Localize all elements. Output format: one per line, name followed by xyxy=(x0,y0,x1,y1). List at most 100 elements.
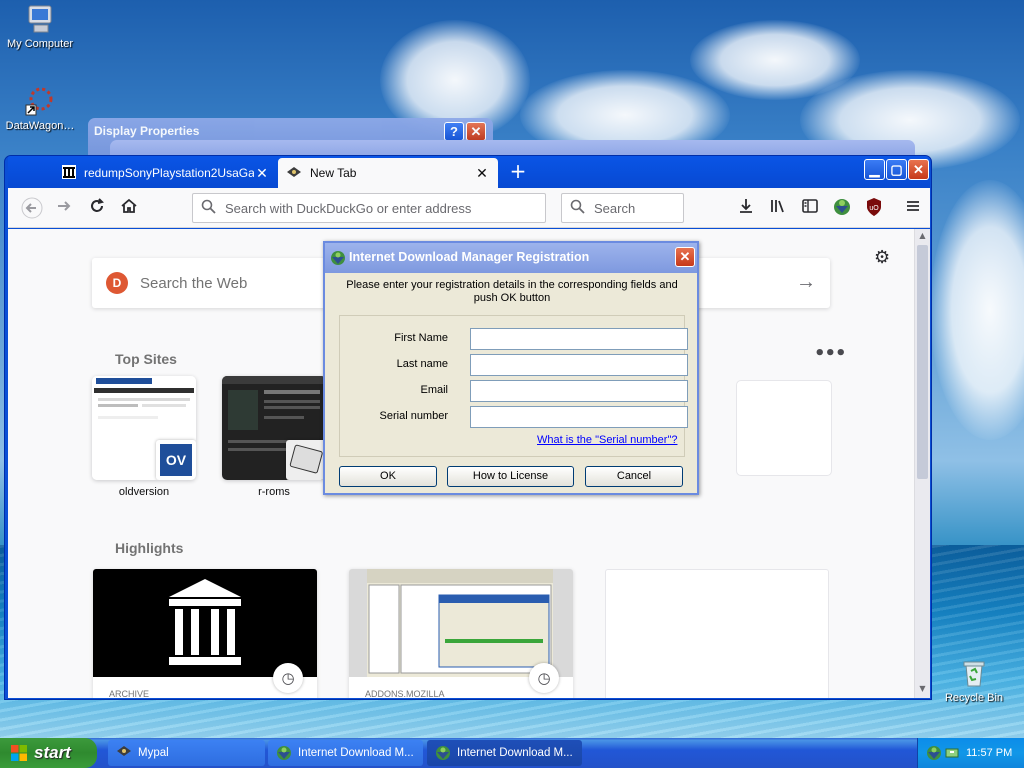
idm-icon xyxy=(435,745,451,761)
minimize-button[interactable]: ▁ xyxy=(864,159,885,180)
start-label: start xyxy=(34,743,71,762)
idm-icon xyxy=(330,250,346,266)
tab-new-tab[interactable]: New Tab ✕ xyxy=(278,158,498,188)
tab-archive[interactable]: redumpSonyPlaystation2UsaGame… ✕ xyxy=(54,158,278,188)
help-button[interactable]: ? xyxy=(444,122,464,141)
desktop-icon-label: Recycle Bin xyxy=(944,692,1004,704)
empty-highlight-slot[interactable] xyxy=(605,569,829,698)
highlight-source: ADDONS.MOZILLA xyxy=(365,689,445,698)
highlight-card-archive[interactable]: ◷ ARCHIVE xyxy=(93,569,317,698)
taskbar-item-idm-1[interactable]: Internet Download M... xyxy=(268,740,423,766)
clock-icon: ◷ xyxy=(273,663,303,693)
reload-icon[interactable] xyxy=(85,197,109,219)
search-icon xyxy=(201,199,219,217)
archive-logo xyxy=(93,569,317,677)
dialog-message: Please enter your registration details i… xyxy=(346,279,678,304)
ublock-icon[interactable]: uO xyxy=(862,197,886,219)
search-bar[interactable]: Search xyxy=(561,193,684,223)
windows-logo-icon xyxy=(10,744,28,762)
back-icon[interactable] xyxy=(20,197,44,219)
highlight-card-addons[interactable]: ◷ ADDONS.MOZILLA xyxy=(349,569,573,698)
download-icon[interactable] xyxy=(734,197,758,219)
first-name-label: First Name xyxy=(394,332,448,344)
ok-button[interactable]: OK xyxy=(339,466,437,487)
top-site-r-roms[interactable] xyxy=(222,376,326,480)
forward-icon[interactable] xyxy=(52,197,76,219)
new-tab-button[interactable]: + xyxy=(507,160,529,184)
more-options-icon[interactable]: ••• xyxy=(814,343,847,364)
logo-text: OV xyxy=(160,444,192,476)
close-icon[interactable]: ✕ xyxy=(474,165,490,182)
tab-title: redumpSonyPlaystation2UsaGame… xyxy=(84,166,254,180)
start-button[interactable]: start xyxy=(0,738,97,768)
maximize-button[interactable]: ▢ xyxy=(886,159,907,180)
tab-strip: redumpSonyPlaystation2UsaGame… ✕ New Tab… xyxy=(8,156,930,188)
duckduckgo-icon: D xyxy=(106,272,128,294)
idm-registration-dialog[interactable]: Internet Download Manager Registration ✕… xyxy=(323,241,699,495)
clock-icon: ◷ xyxy=(529,663,559,693)
system-tray: 11:57 PM xyxy=(917,738,1024,768)
taskbar-item-idm-2[interactable]: Internet Download M... xyxy=(427,740,582,766)
serial-number-field[interactable] xyxy=(470,406,688,428)
recycle-bin-icon xyxy=(958,657,990,689)
desktop-icon-datawagon[interactable]: DataWagon… xyxy=(0,85,80,132)
highlights-title: Highlights xyxy=(115,540,184,556)
first-name-field[interactable] xyxy=(470,328,688,350)
search-icon xyxy=(570,199,588,217)
menu-icon[interactable] xyxy=(901,197,925,219)
oldversion-logo: OV xyxy=(156,440,196,480)
top-site-oldversion[interactable]: OV xyxy=(92,376,196,480)
idm-icon xyxy=(276,745,292,761)
close-icon[interactable]: ✕ xyxy=(254,165,270,182)
email-field[interactable] xyxy=(470,380,688,402)
cloud xyxy=(930,180,1024,440)
gear-icon[interactable]: ⚙ xyxy=(874,247,890,268)
dialog-titlebar: Internet Download Manager Registration ✕ xyxy=(325,243,697,273)
scroll-down-arrow[interactable]: ▼ xyxy=(917,684,928,696)
idm-icon[interactable] xyxy=(830,197,854,219)
idm-tray-icon[interactable] xyxy=(926,745,942,764)
library-icon[interactable] xyxy=(766,197,790,219)
scroll-up-arrow[interactable]: ▲ xyxy=(917,231,928,243)
taskbar-item-label: Internet Download M... xyxy=(298,747,414,759)
empty-top-site-slot[interactable] xyxy=(736,380,832,476)
taskbar-item-mypal[interactable]: Mypal xyxy=(108,740,265,766)
url-bar[interactable]: Search with DuckDuckGo or enter address xyxy=(192,193,546,223)
desktop-icon-recycle-bin[interactable]: Recycle Bin xyxy=(934,657,1014,704)
mypal-icon xyxy=(116,745,132,761)
close-button[interactable]: ✕ xyxy=(675,247,695,267)
close-button[interactable]: ✕ xyxy=(466,122,486,141)
svg-text:uO: uO xyxy=(869,205,879,212)
email-label: Email xyxy=(420,384,448,396)
mypal-icon xyxy=(286,166,302,181)
web-search-placeholder: Search the Web xyxy=(140,274,248,292)
desktop-icon-label: My Computer xyxy=(6,38,74,50)
home-icon[interactable] xyxy=(117,197,141,219)
tab-title: New Tab xyxy=(310,166,357,180)
dialog-title: Internet Download Manager Registration xyxy=(349,250,590,264)
serial-number-label: Serial number xyxy=(379,410,448,422)
how-to-license-button[interactable]: How to License xyxy=(447,466,574,487)
top-sites-title: Top Sites xyxy=(115,351,177,367)
top-site-label: oldversion xyxy=(118,486,170,498)
computer-icon xyxy=(24,3,56,35)
last-name-field[interactable] xyxy=(470,354,688,376)
sidebar-icon[interactable] xyxy=(798,197,822,219)
clock[interactable]: 11:57 PM xyxy=(966,747,1012,759)
addons-screenshot xyxy=(349,569,573,677)
archive-icon xyxy=(62,164,76,182)
taskbar-item-label: Internet Download M... xyxy=(457,747,573,759)
navigation-toolbar: Search with DuckDuckGo or enter address … xyxy=(8,188,930,228)
serial-number-help-link[interactable]: What is the "Serial number"? xyxy=(537,434,677,446)
url-bar-placeholder: Search with DuckDuckGo or enter address xyxy=(225,200,472,216)
search-bar-placeholder: Search xyxy=(594,200,636,216)
top-site-label: r-roms xyxy=(258,486,290,498)
cancel-button[interactable]: Cancel xyxy=(585,466,683,487)
scrollbar-thumb[interactable] xyxy=(917,245,928,479)
shortcut-icon xyxy=(24,85,56,117)
vertical-scrollbar[interactable]: ▲ ▼ xyxy=(914,229,930,698)
arrow-right-icon[interactable]: → xyxy=(796,271,816,294)
safely-remove-hardware-icon[interactable] xyxy=(944,745,960,764)
desktop-icon-my-computer[interactable]: My Computer xyxy=(0,3,80,50)
close-button[interactable]: ✕ xyxy=(908,159,929,180)
